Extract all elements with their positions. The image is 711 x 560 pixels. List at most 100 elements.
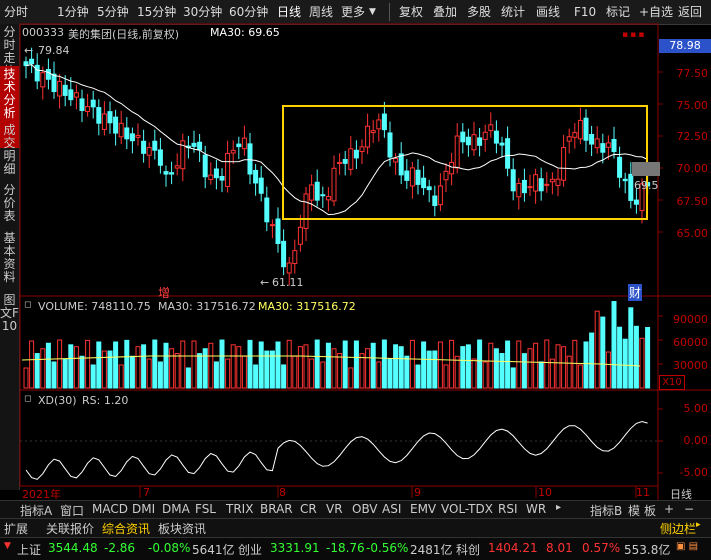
volume-tick-label: 60000 xyxy=(673,336,708,349)
candle-body xyxy=(253,169,259,184)
tab-rsi[interactable]: RSI xyxy=(498,502,518,516)
volume-bar xyxy=(68,344,74,389)
sh-index-change: -2.86 xyxy=(104,541,136,555)
volume-bar xyxy=(286,339,292,389)
kc-index-name[interactable]: 科创 xyxy=(456,541,480,558)
chart-title: 美的集团(日线,前复权) xyxy=(68,28,180,41)
volume-bar xyxy=(505,340,511,389)
tab-brar[interactable]: BRAR xyxy=(260,502,293,516)
status-icons[interactable]: ▣ ▤ xyxy=(676,541,698,552)
tab-vr[interactable]: VR xyxy=(326,502,343,516)
candle-body xyxy=(325,196,331,201)
tab-macd[interactable]: MACD xyxy=(92,502,128,516)
tab-board[interactable]: 板 xyxy=(644,502,656,519)
candle-body xyxy=(471,134,477,151)
candle-body xyxy=(443,170,449,181)
volume-bar xyxy=(622,338,628,389)
candle-body xyxy=(527,186,533,189)
volume-bar xyxy=(583,341,589,389)
candle-body xyxy=(393,157,399,163)
candle-body xyxy=(129,133,135,142)
volume-bar xyxy=(129,355,135,389)
candle-body xyxy=(124,127,130,140)
candle-body xyxy=(572,132,578,138)
volume-bar xyxy=(135,346,141,389)
candle-body xyxy=(387,132,393,158)
tab-wr[interactable]: WR xyxy=(526,502,546,516)
candle-body xyxy=(493,130,499,144)
tab-related-quotes[interactable]: 关联报价 xyxy=(46,520,94,537)
candle-body xyxy=(617,156,623,178)
tab-dma[interactable]: DMA xyxy=(162,502,190,516)
tab-asi[interactable]: ASI xyxy=(382,502,401,516)
candle-body xyxy=(241,137,247,150)
sidebar-toggle-button[interactable]: 侧边栏 xyxy=(660,520,696,537)
cy-index-name[interactable]: 创业 xyxy=(238,541,262,558)
candle-body xyxy=(365,125,371,148)
candle-body xyxy=(202,154,208,178)
tab-fsl[interactable]: FSL xyxy=(195,502,216,516)
candle-body xyxy=(73,92,79,98)
volume-bar xyxy=(387,358,393,389)
candle-body xyxy=(409,167,415,187)
tab-vol-tdx[interactable]: VOL-TDX xyxy=(441,502,493,516)
extension-tabbar: 扩展 关联报价 综合资讯 板块资讯 侧边栏 ▸ xyxy=(0,518,711,537)
event-marker-zeng[interactable]: 增 xyxy=(158,284,170,301)
tab-indicator-a[interactable]: 指标A xyxy=(20,502,52,519)
volume-tick-label: 30000 xyxy=(673,359,708,372)
tab-obv[interactable]: OBV xyxy=(352,502,378,516)
volume-bar xyxy=(213,361,219,389)
tab-dmi[interactable]: DMI xyxy=(132,502,155,516)
candle-body xyxy=(51,73,57,93)
candle-body xyxy=(477,137,483,146)
candle-body xyxy=(611,138,617,153)
volume-ma-label: MA30: 317516.72 xyxy=(158,300,256,313)
volume-bar xyxy=(96,341,102,389)
volume-bar xyxy=(376,361,382,389)
volume-bar xyxy=(594,310,600,389)
xd-polyline xyxy=(25,420,648,480)
tab-emv[interactable]: EMV xyxy=(410,502,436,516)
candle-body xyxy=(449,161,455,175)
candle-body xyxy=(68,89,74,101)
sidebar-toggle-chevron-icon[interactable]: ▸ xyxy=(696,520,701,530)
volume-bar xyxy=(292,355,298,389)
volume-bars xyxy=(21,301,651,389)
volume-bar xyxy=(437,341,443,389)
tab-trix[interactable]: TRIX xyxy=(226,502,253,516)
tab-sector-news[interactable]: 板块资讯 xyxy=(158,520,206,537)
volume-bar xyxy=(40,348,46,389)
volume-bar xyxy=(314,339,320,389)
xd-line xyxy=(25,420,648,480)
tab-template[interactable]: 模 xyxy=(628,502,640,519)
candle-body xyxy=(57,80,63,97)
tab-cr[interactable]: CR xyxy=(300,502,317,516)
zoom-in-icon[interactable]: + xyxy=(664,502,674,516)
volume-bar xyxy=(421,341,427,389)
volume-bar xyxy=(62,358,68,389)
tab-extension[interactable]: 扩展 xyxy=(4,520,28,537)
volume-bar xyxy=(163,342,169,389)
kline-chart-area[interactable] xyxy=(0,0,711,500)
volume-bar xyxy=(219,339,225,389)
volume-bar xyxy=(101,350,107,389)
tab-indicator-b[interactable]: 指标B xyxy=(590,502,622,519)
volume-bar xyxy=(51,361,57,389)
candle-body xyxy=(583,117,589,141)
volume-bar xyxy=(471,358,477,389)
candle-body xyxy=(113,116,119,134)
tab-window[interactable]: 窗口 xyxy=(60,502,84,519)
xd-tick-label: 0.00 xyxy=(683,434,709,447)
candle-body xyxy=(247,143,253,175)
candle-body xyxy=(40,72,46,88)
sh-index-name[interactable]: 上证 xyxy=(17,541,41,558)
volume-bar xyxy=(247,339,253,389)
candle-body xyxy=(275,218,281,244)
tab-news[interactable]: 综合资讯 xyxy=(102,520,150,537)
volume-bar xyxy=(533,342,539,389)
zoom-out-icon[interactable]: − xyxy=(684,502,694,516)
event-marker-cai[interactable]: 财 xyxy=(628,284,643,301)
high-arrow-icon: ← xyxy=(24,44,34,57)
candle-body xyxy=(398,153,404,176)
tab-scroll-right-icon[interactable]: ▸ xyxy=(556,502,561,513)
